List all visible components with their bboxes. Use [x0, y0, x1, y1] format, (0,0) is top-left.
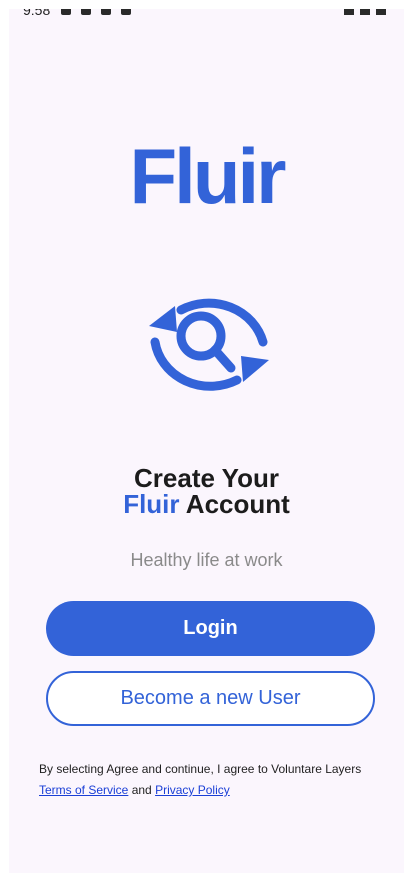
- status-bar: 9:58: [9, 9, 404, 19]
- privacy-policy-link[interactable]: Privacy Policy: [155, 783, 230, 797]
- app-screen: 9:58 Fluir Create Your Fluir Account Hea…: [9, 9, 404, 873]
- title-line-2-rest: Account: [179, 489, 290, 519]
- legal-links: Terms of Service and Privacy Policy: [39, 780, 384, 801]
- location-icon: [61, 9, 71, 15]
- legal-and: and: [128, 783, 156, 797]
- app-logo: Fluir: [129, 132, 287, 220]
- wifi-icon: [344, 9, 354, 15]
- legal-text: By selecting Agree and continue, I agree…: [39, 762, 362, 776]
- refresh-search-icon: [149, 298, 269, 391]
- title-line-2: Fluir Account: [9, 491, 404, 517]
- signal-icon: [360, 9, 370, 15]
- status-time: 9:58: [23, 9, 51, 18]
- title-accent: Fluir: [123, 489, 180, 519]
- new-user-button[interactable]: Become a new User: [46, 671, 375, 726]
- page-title: Create Your Fluir Account: [9, 465, 404, 517]
- login-button[interactable]: Login: [46, 601, 375, 656]
- status-system-icons: [344, 9, 386, 15]
- tagline: Healthy life at work: [130, 550, 283, 570]
- title-line-1: Create Your: [134, 463, 279, 493]
- image-icon: [121, 9, 131, 15]
- status-notification-icons: [61, 9, 131, 15]
- battery-icon: [376, 9, 386, 15]
- legal-notice: By selecting Agree and continue, I agree…: [39, 759, 384, 801]
- terms-of-service-link[interactable]: Terms of Service: [39, 783, 128, 797]
- shield-icon: [81, 9, 91, 15]
- notification-icon: [101, 9, 111, 15]
